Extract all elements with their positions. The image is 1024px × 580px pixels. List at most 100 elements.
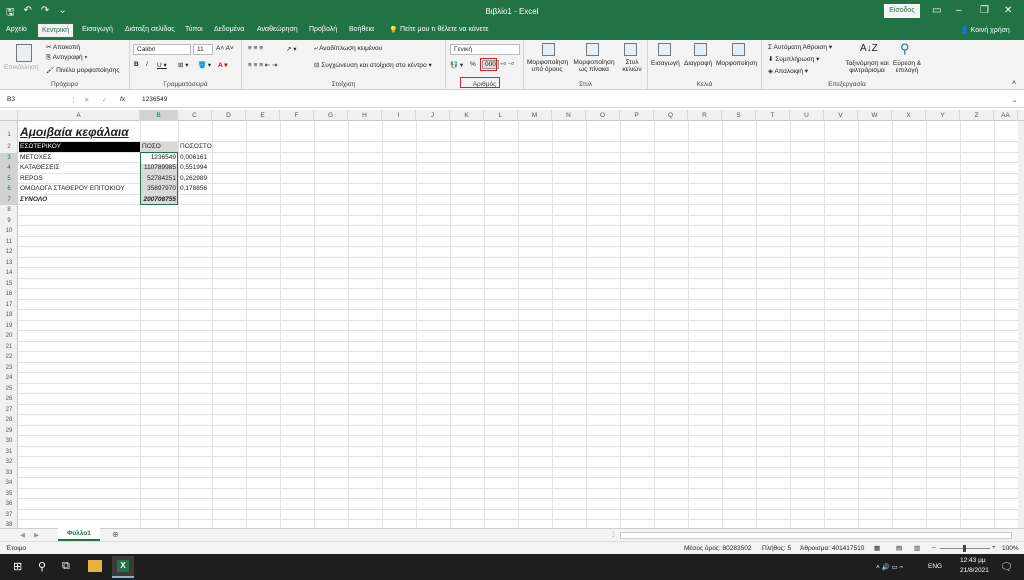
normal-view-icon[interactable]: ▦: [874, 544, 880, 552]
cell-b2[interactable]: ΠΟΣΟ: [142, 142, 161, 152]
expand-formula-icon[interactable]: ⌄: [1012, 96, 1017, 104]
cell-c2[interactable]: ΠΟΣΟΣΤΟ: [180, 142, 212, 152]
insert-button[interactable]: Εισαγωγή: [651, 60, 680, 67]
row-header[interactable]: 2: [0, 142, 18, 153]
decimal-buttons[interactable]: ⁺⁰ ⁻⁰: [500, 61, 514, 69]
tab-insert[interactable]: Εισαγωγή: [82, 26, 113, 33]
tab-help[interactable]: Βοήθεια: [349, 26, 374, 33]
select-all-corner[interactable]: [0, 110, 18, 121]
column-header[interactable]: K: [450, 110, 484, 121]
format-painter-button[interactable]: 🖌 Πινέλο μορφοποίησης: [46, 66, 120, 74]
column-header[interactable]: H: [348, 110, 382, 121]
row-header[interactable]: 12: [0, 247, 18, 258]
row-header[interactable]: 33: [0, 468, 18, 479]
paste-icon[interactable]: [16, 44, 32, 62]
row-header[interactable]: 1: [0, 121, 18, 142]
column-header[interactable]: T: [756, 110, 790, 121]
windows-start-icon[interactable]: ⊞: [13, 560, 22, 573]
row-header[interactable]: 37: [0, 510, 18, 521]
row-header[interactable]: 30: [0, 436, 18, 447]
row-header[interactable]: 10: [0, 226, 18, 237]
row-header[interactable]: 20: [0, 331, 18, 342]
task-view-icon[interactable]: ⧉: [62, 560, 70, 573]
zoom-level[interactable]: 100%: [1002, 545, 1019, 552]
accounting-format-icon[interactable]: 💱 ▾: [450, 61, 463, 69]
format-table-icon[interactable]: [586, 43, 599, 56]
row-header[interactable]: 24: [0, 373, 18, 384]
row-header[interactable]: 32: [0, 457, 18, 468]
column-header[interactable]: U: [790, 110, 824, 121]
tab-page-layout[interactable]: Διάταξη σελίδας: [125, 26, 175, 33]
row-header[interactable]: 29: [0, 426, 18, 437]
row-header[interactable]: 5: [0, 173, 18, 184]
column-header[interactable]: O: [586, 110, 620, 121]
tab-view[interactable]: Προβολή: [309, 26, 337, 33]
column-header[interactable]: X: [892, 110, 926, 121]
system-tray-icons[interactable]: ˄ 🔊 ▭ 𝄐: [876, 563, 903, 572]
column-header[interactable]: Y: [926, 110, 960, 121]
cell-b6[interactable]: 35897970: [140, 184, 176, 194]
sheet-tab-active[interactable]: Φύλλο1: [58, 528, 100, 541]
borders-icon[interactable]: ⊞ ▾: [178, 61, 189, 69]
next-sheet-icon[interactable]: ▶: [34, 531, 39, 539]
horizontal-align-icons[interactable]: ≡ ≡ ≡ ⇤ ⇥: [248, 61, 278, 69]
row-header[interactable]: 28: [0, 415, 18, 426]
cell-b5[interactable]: 52784251: [140, 174, 176, 184]
cut-button[interactable]: ✂ Αποκοπή: [46, 43, 80, 51]
add-sheet-icon[interactable]: ⊕: [112, 530, 119, 539]
column-header[interactable]: D: [212, 110, 246, 121]
language-indicator[interactable]: ENG: [928, 563, 942, 570]
column-header[interactable]: J: [416, 110, 450, 121]
row-header[interactable]: 21: [0, 342, 18, 353]
bold-button[interactable]: B: [134, 61, 139, 68]
tell-me-search[interactable]: Πείτε μου τι θέλετε να κάνετε: [400, 26, 488, 33]
fill-color-icon[interactable]: 🪣 ▾: [198, 61, 211, 69]
zoom-slider-thumb[interactable]: [963, 545, 966, 552]
cell-b3[interactable]: 1236549: [140, 153, 176, 163]
row-header[interactable]: 3: [0, 152, 18, 163]
column-header[interactable]: W: [858, 110, 892, 121]
horizontal-scrollbar[interactable]: [620, 532, 1012, 539]
format-as-table-button[interactable]: Μορφοποίηση ως πίνακα: [572, 59, 616, 73]
conditional-format-icon[interactable]: [542, 43, 555, 56]
row-header[interactable]: 27: [0, 405, 18, 416]
tab-review[interactable]: Αναθεώρηση: [257, 26, 298, 33]
tab-file[interactable]: Αρχείο: [6, 26, 27, 33]
row-header[interactable]: 34: [0, 478, 18, 489]
italic-button[interactable]: I: [146, 61, 148, 68]
column-header[interactable]: Z: [960, 110, 994, 121]
column-header[interactable]: N: [552, 110, 586, 121]
zoom-in-icon[interactable]: +: [992, 544, 996, 551]
fill-button[interactable]: ⬇ Συμπλήρωση ▾: [768, 55, 819, 63]
collapse-ribbon-icon[interactable]: ˄: [1012, 80, 1016, 87]
row-header[interactable]: 8: [0, 205, 18, 216]
vertical-align-icons[interactable]: ≡ ≡ ≡: [248, 45, 263, 52]
minimize-icon[interactable]: –: [956, 5, 962, 16]
zoom-out-icon[interactable]: –: [932, 544, 936, 551]
delete-cells-icon[interactable]: [694, 43, 707, 56]
tab-home[interactable]: Κεντρική: [37, 23, 74, 38]
notifications-icon[interactable]: 🗨: [1000, 562, 1013, 573]
column-header[interactable]: B: [140, 110, 178, 121]
clock-date[interactable]: 21/8/2021: [960, 567, 989, 574]
font-color-icon[interactable]: A ▾: [218, 61, 228, 69]
search-icon[interactable]: ⚲: [38, 560, 46, 573]
formula-input[interactable]: 1236549: [142, 96, 167, 103]
cell-c3[interactable]: 0,006161: [180, 153, 207, 163]
format-cells-icon[interactable]: [732, 43, 745, 56]
name-box[interactable]: B3: [4, 95, 66, 106]
cell-b7[interactable]: 200708755: [140, 195, 176, 205]
column-header[interactable]: A: [18, 110, 140, 121]
wrap-text-button[interactable]: ⤶ Αναδίπλωση κειμένου: [314, 45, 382, 53]
number-format-select[interactable]: Γενική: [450, 44, 520, 55]
row-header[interactable]: 18: [0, 310, 18, 321]
confirm-entry-icon[interactable]: ✓: [102, 96, 107, 104]
page-layout-view-icon[interactable]: ▤: [896, 544, 902, 552]
row-header[interactable]: 17: [0, 300, 18, 311]
cell-a3[interactable]: ΜΕΤΟΧΕΣ: [20, 153, 51, 163]
cell-a6[interactable]: ΟΜΟΛΟΓΑ ΣΤΑΘΕΡΟΥ ΕΠΙΤΟΚΙΟΥ: [20, 184, 125, 194]
row-header[interactable]: 6: [0, 184, 18, 195]
row-header[interactable]: 36: [0, 499, 18, 510]
font-size-select[interactable]: 11: [193, 44, 213, 55]
row-header[interactable]: 22: [0, 352, 18, 363]
